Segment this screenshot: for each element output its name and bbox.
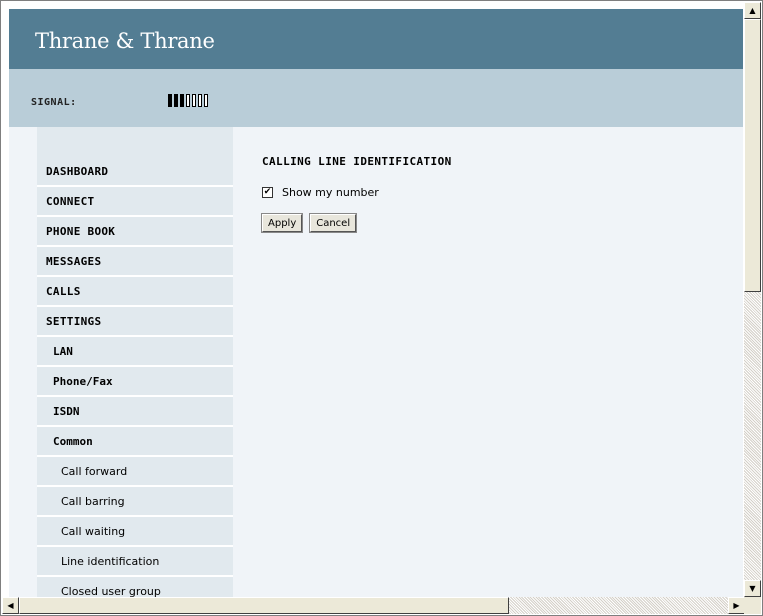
- signal-label: SIGNAL:: [31, 97, 77, 108]
- signal-segment: [180, 94, 184, 107]
- sidebar-item[interactable]: CONNECT: [37, 187, 233, 217]
- main-content: CALLING LINE IDENTIFICATION ✔ Show my nu…: [260, 155, 452, 233]
- page-title: CALLING LINE IDENTIFICATION: [262, 155, 452, 168]
- sidebar: DASHBOARD CONNECT PHONE BOOK MESSAGES CALLS S…: [37, 127, 233, 597]
- sidebar-item[interactable]: LAN: [37, 337, 233, 367]
- form-buttons: Apply Cancel: [260, 213, 452, 233]
- show-number-row[interactable]: ✔ Show my number: [262, 186, 452, 199]
- sidebar-item[interactable]: PHONE BOOK: [37, 217, 233, 247]
- show-number-checkbox[interactable]: ✔: [262, 187, 273, 198]
- page-viewport: Thrane & Thrane SIGNAL: DASHBOARD CONNECT…: [9, 9, 743, 597]
- signal-segment: [192, 94, 196, 107]
- horizontal-scroll-thumb[interactable]: [19, 597, 509, 614]
- sidebar-item[interactable]: Call forward: [37, 457, 233, 487]
- signal-segment: [186, 94, 190, 107]
- sidebar-item[interactable]: SETTINGS: [37, 307, 233, 337]
- signal-segment: [204, 94, 208, 107]
- sidebar-item[interactable]: Closed user group: [37, 577, 233, 598]
- sidebar-item[interactable]: Call barring: [37, 487, 233, 517]
- brand-logo: Thrane & Thrane: [35, 29, 215, 53]
- horizontal-scrollbar[interactable]: ◀ ▶: [2, 597, 745, 614]
- scroll-up-icon[interactable]: ▲: [744, 2, 761, 19]
- cancel-button[interactable]: Cancel: [309, 213, 358, 233]
- signal-segment: [168, 94, 172, 107]
- vertical-scrollbar[interactable]: ▲ ▼: [744, 2, 761, 597]
- sidebar-item[interactable]: Call waiting: [37, 517, 233, 547]
- brand-header: Thrane & Thrane: [9, 9, 743, 69]
- signal-segment: [174, 94, 178, 107]
- sidebar-item[interactable]: Phone/Fax: [37, 367, 233, 397]
- signal-segment: [198, 94, 202, 107]
- nav-list: DASHBOARD CONNECT PHONE BOOK MESSAGES CALLS S…: [37, 157, 233, 597]
- sidebar-item[interactable]: CALLS: [37, 277, 233, 307]
- sidebar-item[interactable]: Common: [37, 427, 233, 457]
- sidebar-item[interactable]: MESSAGES: [37, 247, 233, 277]
- signal-bar: SIGNAL:: [9, 69, 743, 127]
- scroll-down-icon[interactable]: ▼: [744, 580, 761, 597]
- page-body: DASHBOARD CONNECT PHONE BOOK MESSAGES CALLS S…: [9, 127, 743, 597]
- scrollbar-corner: [744, 597, 761, 614]
- apply-button[interactable]: Apply: [260, 213, 304, 233]
- vertical-scroll-thumb[interactable]: [744, 19, 761, 292]
- browser-frame: Thrane & Thrane SIGNAL: DASHBOARD CONNECT…: [0, 0, 763, 616]
- scroll-left-icon[interactable]: ◀: [2, 597, 19, 614]
- sidebar-item[interactable]: ISDN: [37, 397, 233, 427]
- signal-meter: [168, 94, 208, 107]
- sidebar-item[interactable]: DASHBOARD: [37, 157, 233, 187]
- scroll-right-icon[interactable]: ▶: [728, 597, 745, 614]
- sidebar-item[interactable]: Line identification: [37, 547, 233, 577]
- show-number-label: Show my number: [282, 186, 379, 199]
